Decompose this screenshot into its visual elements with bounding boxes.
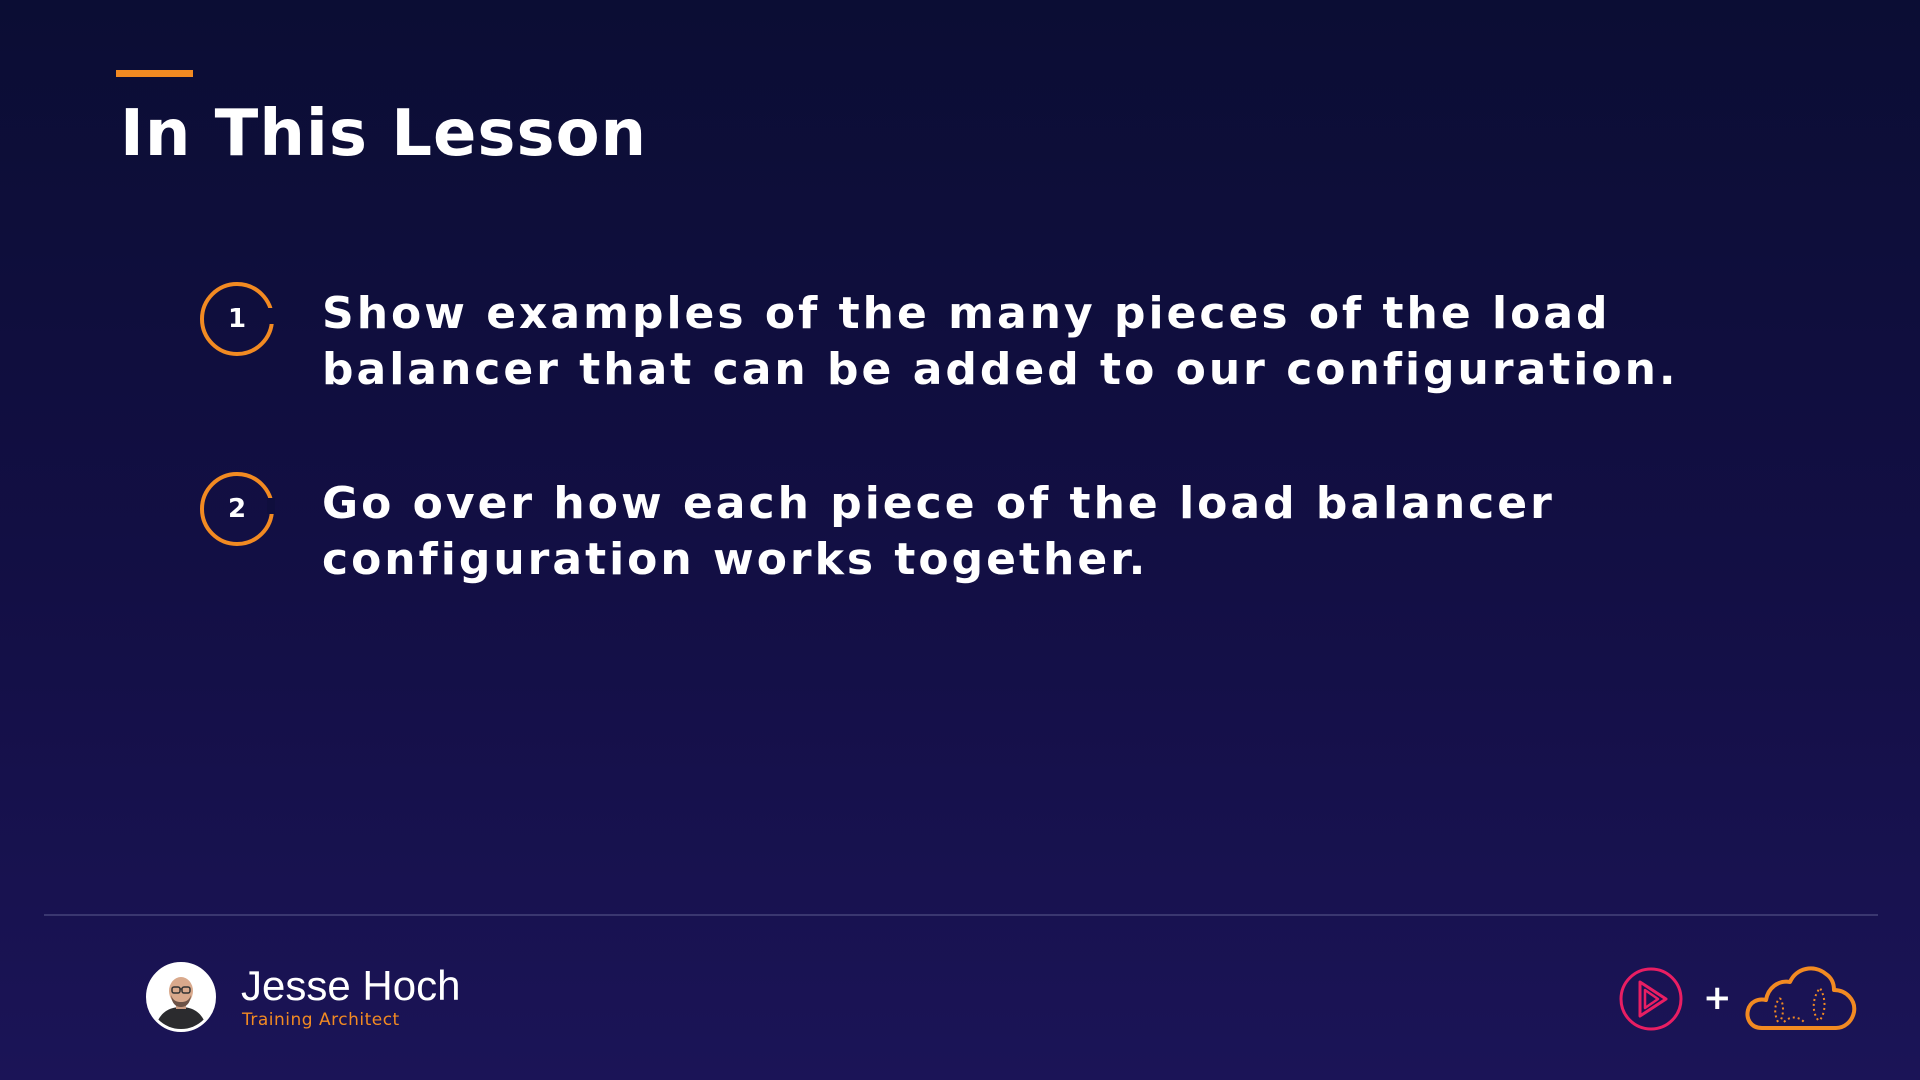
footer-divider: [44, 914, 1878, 916]
objective-item: 2 Go over how each piece of the load bal…: [200, 472, 1700, 588]
avatar: [146, 962, 216, 1032]
slide-title: In This Lesson: [120, 97, 648, 171]
objective-item: 1 Show examples of the many pieces of th…: [200, 282, 1700, 398]
objective-number: 1: [227, 304, 247, 334]
presenter-role: Training Architect: [242, 1010, 400, 1030]
objective-number-badge: 1: [200, 282, 275, 356]
objective-number-badge: 2: [200, 472, 275, 546]
pluralsight-play-logo-icon: [1619, 967, 1683, 1031]
presenter-name: Jesse Hoch: [241, 962, 461, 1009]
acloudguru-cloud-logo-icon: [1745, 966, 1857, 1030]
objective-text: Show examples of the many pieces of the …: [322, 288, 1679, 395]
objective-number: 2: [227, 494, 247, 524]
title-accent-bar: [116, 70, 193, 77]
objective-text: Go over how each piece of the load balan…: [322, 478, 1555, 585]
plus-sign: +: [1703, 978, 1732, 1018]
avatar-portrait-icon: [149, 965, 213, 1029]
